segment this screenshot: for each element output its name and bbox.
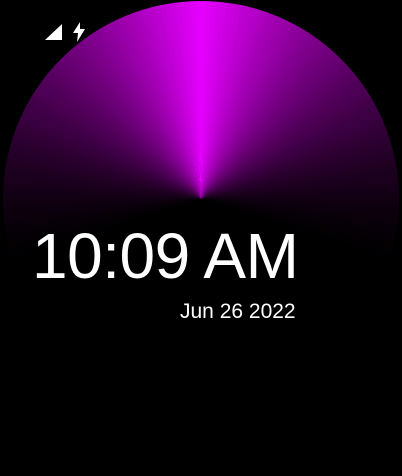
status-bar [44, 22, 85, 42]
date-display: Jun 26 2022 [180, 300, 296, 323]
watch-screen: 10:09 AM Jun 26 2022 [0, 0, 402, 476]
charging-bolt-icon [73, 22, 85, 42]
signal-icon [44, 23, 63, 41]
time-display: 10:09 AM [32, 220, 299, 292]
